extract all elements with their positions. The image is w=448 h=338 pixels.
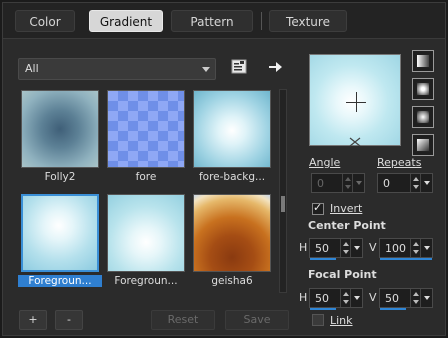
link-checkbox[interactable] xyxy=(312,314,324,326)
swatch-foreground-1[interactable]: Foregroun... xyxy=(18,191,102,289)
arrow-right-icon[interactable] xyxy=(265,57,285,77)
swatch-geisha6[interactable]: geisha6 xyxy=(190,191,272,289)
swatch-thumbnail xyxy=(193,90,271,168)
swatch-label: Folly2 xyxy=(44,171,76,183)
invert-checkbox[interactable] xyxy=(312,201,324,215)
preset-category-value: All xyxy=(25,62,39,75)
material-properties-panel: Color Gradient Pattern Texture All Folly… xyxy=(2,2,446,336)
center-h-level xyxy=(310,258,336,260)
sunburst-style-button[interactable] xyxy=(412,106,434,128)
link-label: Link xyxy=(330,314,353,327)
chevron-down-icon[interactable] xyxy=(420,174,432,192)
tab-bar: Color Gradient Pattern Texture xyxy=(3,3,445,39)
center-point-label: Center Point xyxy=(308,219,386,232)
preset-scrollbar[interactable] xyxy=(279,89,287,293)
preset-category-dropdown[interactable]: All xyxy=(18,58,216,80)
tab-texture[interactable]: Texture xyxy=(269,10,347,32)
scrollbar-thumb[interactable] xyxy=(281,196,285,212)
center-v-input[interactable]: 100 xyxy=(379,238,433,260)
tab-separator xyxy=(261,12,262,30)
repeats-label: Repeats xyxy=(377,156,422,169)
add-preset-button[interactable]: + xyxy=(19,310,47,330)
chevron-down-icon[interactable] xyxy=(350,239,362,257)
center-v-label: V xyxy=(369,241,377,254)
tab-pattern[interactable]: Pattern xyxy=(171,10,253,32)
gradient-preview[interactable] xyxy=(309,54,401,147)
swatch-label: fore xyxy=(135,171,157,183)
center-v-level xyxy=(380,258,432,260)
swatch-thumbnail xyxy=(193,194,271,272)
center-h-input[interactable]: 50 xyxy=(309,238,363,260)
swatch-label: geisha6 xyxy=(211,275,253,287)
invert-label: Invert xyxy=(330,202,363,215)
center-h-label: H xyxy=(299,241,308,254)
repeats-input[interactable]: 0 xyxy=(377,173,433,193)
crosshair-vertical xyxy=(356,92,357,112)
swatch-thumbnail xyxy=(21,90,99,168)
focal-h-input[interactable]: 50 xyxy=(309,288,363,310)
swatch-thumbnail xyxy=(107,90,185,168)
focal-v-label: V xyxy=(369,291,377,304)
swatch-label: fore-backg... xyxy=(198,171,266,183)
chevron-down-icon[interactable] xyxy=(352,174,364,192)
chevron-down-icon xyxy=(202,67,210,72)
tab-color[interactable]: Color xyxy=(15,10,75,32)
focal-h-level xyxy=(310,308,336,310)
save-preset-icon[interactable] xyxy=(229,57,249,77)
rectangular-style-button[interactable] xyxy=(412,78,434,100)
gradient-preset-grid: Folly2 fore fore-backg... Foregroun... F… xyxy=(18,87,276,297)
reset-button[interactable]: Reset xyxy=(151,310,215,330)
swatch-thumbnail xyxy=(21,194,99,272)
angle-label: Angle xyxy=(309,156,341,169)
chevron-down-icon[interactable] xyxy=(420,239,432,257)
focal-v-level xyxy=(380,308,406,310)
swatch-fore-background[interactable]: fore-backg... xyxy=(190,87,272,185)
radial-style-button[interactable] xyxy=(412,134,434,156)
chevron-down-icon[interactable] xyxy=(420,289,432,307)
angle-input[interactable]: 0 xyxy=(311,173,365,193)
tab-gradient[interactable]: Gradient xyxy=(89,10,163,32)
swatch-label: Foregroun... xyxy=(18,275,102,287)
swatch-label: Foregroun... xyxy=(114,275,178,287)
focal-v-input[interactable]: 50 xyxy=(379,288,433,310)
swatch-thumbnail xyxy=(107,194,185,272)
focal-h-label: H xyxy=(299,291,308,304)
chevron-down-icon[interactable] xyxy=(350,289,362,307)
remove-preset-button[interactable]: - xyxy=(55,310,83,330)
swatch-foreground-2[interactable]: Foregroun... xyxy=(104,191,186,289)
focal-point-label: Focal Point xyxy=(308,268,377,281)
swatch-fore[interactable]: fore xyxy=(104,87,186,185)
focal-point-marker-icon[interactable] xyxy=(348,137,362,147)
swatch-folly2[interactable]: Folly2 xyxy=(18,87,100,185)
linear-style-button[interactable] xyxy=(412,50,434,72)
save-button[interactable]: Save xyxy=(225,310,289,330)
